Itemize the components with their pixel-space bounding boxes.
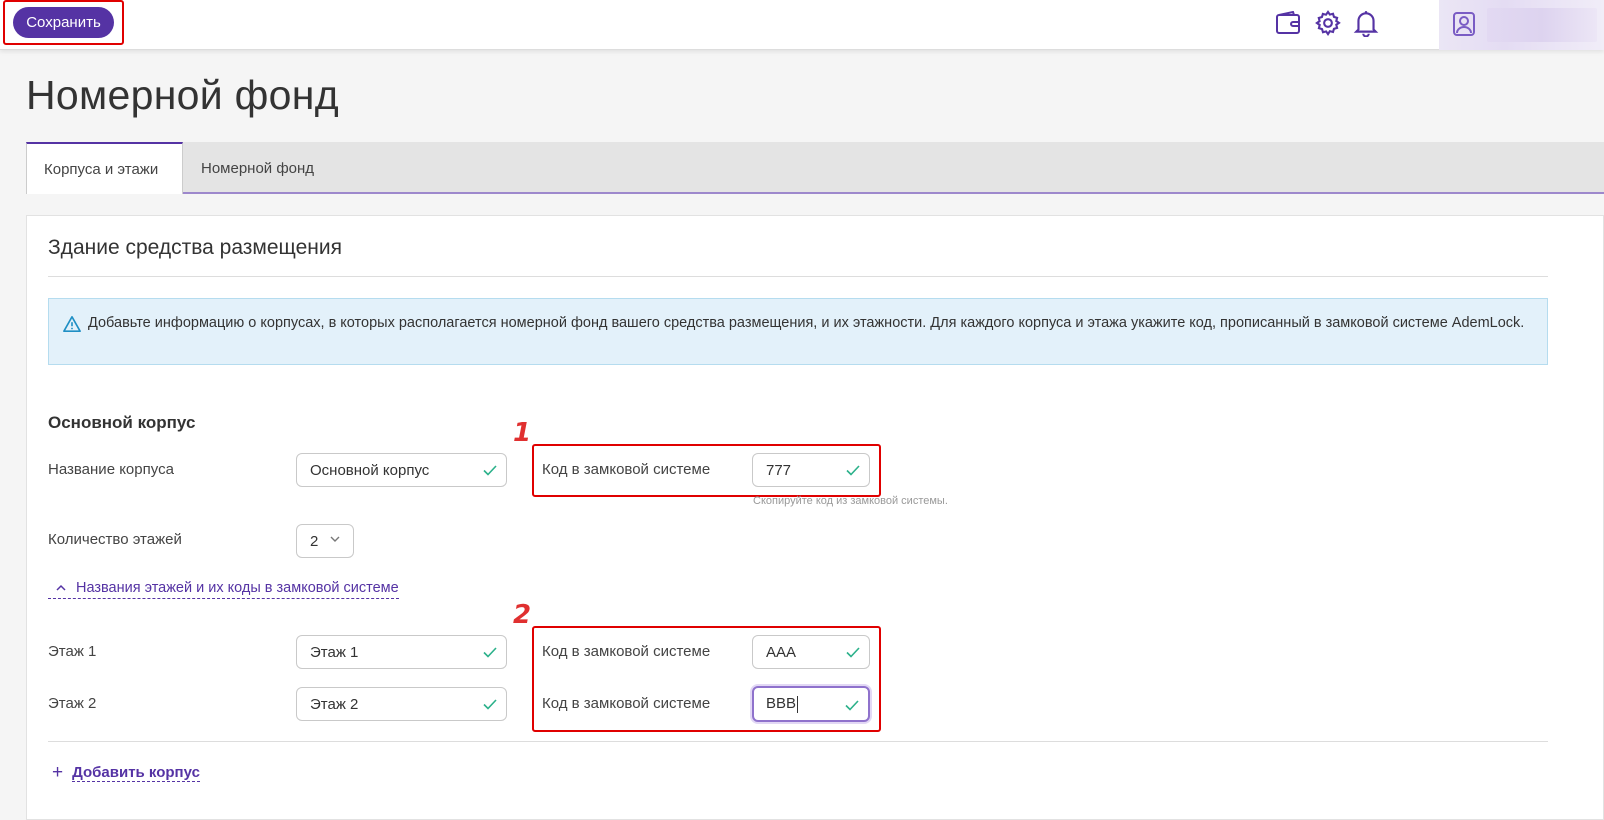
check-icon [845, 700, 859, 711]
check-icon [846, 647, 860, 658]
building-lock-code-input[interactable]: 777 [752, 453, 870, 487]
gear-icon[interactable] [1313, 8, 1343, 38]
building-name-value: Основной корпус [310, 461, 430, 479]
check-icon [483, 699, 497, 710]
top-bar: Сохранить [0, 0, 1604, 50]
floor-1-lock-label: Код в замковой системе [542, 643, 711, 660]
save-button[interactable]: Сохранить [13, 7, 114, 38]
check-icon [483, 647, 497, 658]
info-text: Добавьте информацию о корпусах, в которы… [88, 315, 1525, 331]
plus-icon: + [52, 762, 64, 783]
wallet-icon[interactable] [1273, 8, 1303, 38]
page-title: Номерной фонд [26, 72, 339, 118]
floor-2-name-value: Этаж 2 [310, 695, 359, 713]
bell-icon[interactable] [1351, 8, 1381, 38]
annotation-number-1: 1 [513, 418, 532, 448]
tab-room-stock[interactable]: Номерной фонд [201, 142, 314, 194]
user-icon [1449, 9, 1479, 39]
floors-count-label: Количество этажей [48, 531, 182, 548]
floors-count-value: 2 [310, 532, 319, 550]
building-name-input[interactable]: Основной корпус [296, 453, 507, 487]
floor-2-lock-value: BBB [766, 695, 797, 713]
user-menu[interactable] [1439, 0, 1604, 50]
section-title: Здание средства размещения [48, 236, 342, 259]
floors-count-select[interactable]: 2 [296, 524, 354, 558]
floor-1-label: Этаж 1 [48, 643, 97, 660]
lock-code-hint: Скопируйте код из замковой системы. [753, 495, 948, 507]
floor-2-lock-label: Код в замковой системе [542, 695, 711, 712]
annotation-number-2: 2 [513, 600, 532, 630]
building-name-label: Название корпуса [48, 461, 174, 478]
chevron-up-icon [56, 584, 66, 591]
add-building-label: Добавить корпус [72, 764, 200, 782]
user-name-redacted [1487, 8, 1597, 42]
check-icon [846, 465, 860, 476]
floor-2-label: Этаж 2 [48, 695, 97, 712]
check-icon [483, 465, 497, 476]
warning-icon [63, 315, 81, 333]
building-lock-label: Код в замковой системе [542, 461, 711, 478]
text-caret [797, 695, 799, 713]
save-highlight-box: Сохранить [3, 0, 124, 45]
floor-1-name-input[interactable]: Этаж 1 [296, 635, 507, 669]
building-title: Основной корпус [48, 413, 196, 432]
tab-bar: Корпуса и этажи Номерной фонд [26, 142, 1604, 194]
tab-buildings-floors[interactable]: Корпуса и этажи [26, 142, 183, 194]
info-banner: Добавьте информацию о корпусах, в которы… [48, 298, 1548, 365]
chevron-down-icon [330, 536, 340, 542]
divider [48, 741, 1548, 742]
divider [48, 276, 1548, 277]
floors-expander-label: Названия этажей и их коды в замковой сис… [76, 579, 399, 596]
floor-1-lock-code-input[interactable]: AAA [752, 635, 870, 669]
add-building-button[interactable]: + Добавить корпус [52, 762, 200, 784]
floor-1-name-value: Этаж 1 [310, 643, 359, 661]
floor-2-lock-code-input[interactable]: BBB [752, 686, 870, 722]
floors-expander-link[interactable]: Названия этажей и их коды в замковой сис… [48, 577, 399, 599]
floor-2-name-input[interactable]: Этаж 2 [296, 687, 507, 721]
buildings-panel: Здание средства размещения Добавьте инфо… [26, 215, 1604, 820]
